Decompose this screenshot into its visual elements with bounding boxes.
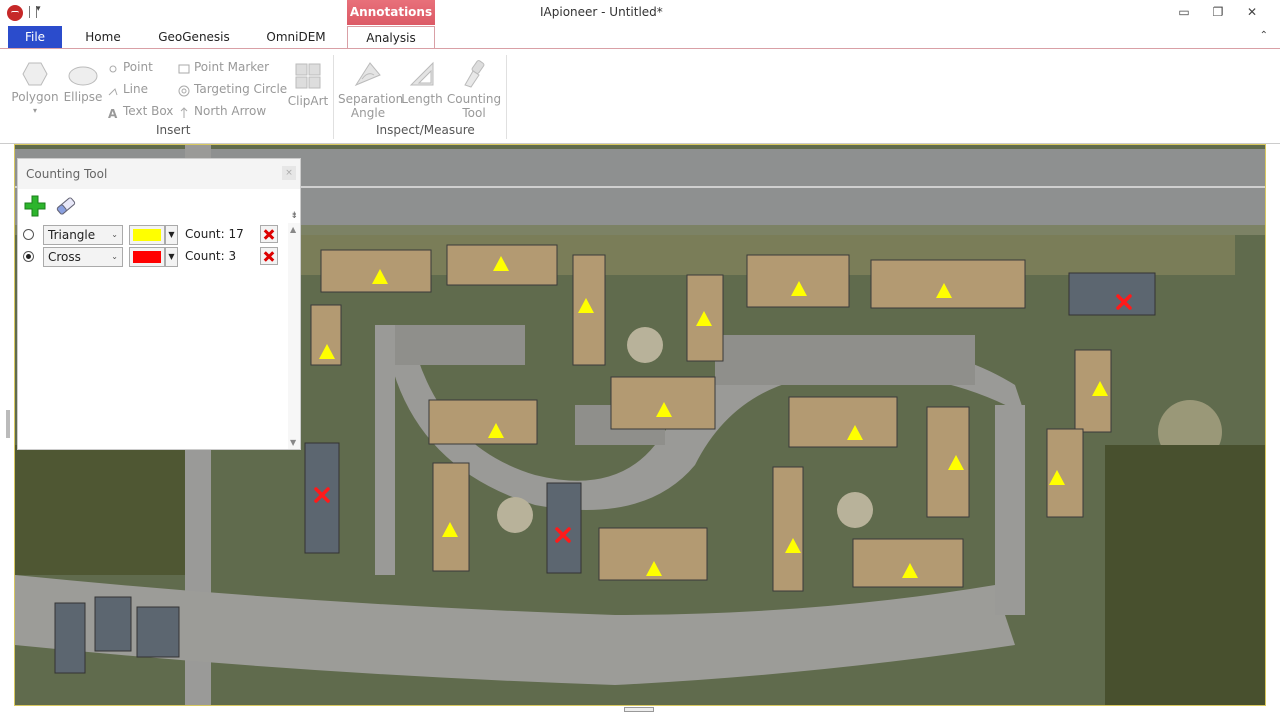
tab-omnidem[interactable]: OmniDEM bbox=[258, 26, 334, 48]
eraser-icon bbox=[56, 197, 76, 215]
insert-group-label: Insert bbox=[156, 123, 191, 137]
panel-menu-icon[interactable]: ⇟ bbox=[290, 211, 298, 221]
panel-header: Counting Tool × bbox=[18, 159, 300, 189]
ellipse-button[interactable]: Ellipse bbox=[62, 65, 104, 104]
ribbon-tabs: File Home GeoGenesis OmniDEM Analysis ⌃ bbox=[0, 26, 1280, 49]
window-title: IApioneer - Untitled* bbox=[540, 5, 663, 19]
marker-row: Triangle ⌄ ▼ Count: 17 bbox=[18, 225, 288, 247]
text-box-button[interactable]: A Text Box bbox=[107, 102, 174, 121]
color-dropdown-button[interactable]: ▼ bbox=[165, 247, 178, 267]
title-bar: ▾ IApioneer - Untitled* ▭ ❐ ✕ bbox=[0, 0, 1280, 26]
clipart-icon bbox=[295, 63, 321, 89]
delete-marker-button[interactable] bbox=[260, 247, 278, 265]
counting-tool-label-1: Counting bbox=[446, 92, 502, 106]
color-picker[interactable] bbox=[129, 225, 165, 245]
tab-home[interactable]: Home bbox=[78, 26, 128, 48]
panel-title: Counting Tool bbox=[26, 167, 108, 181]
counting-tool-panel: Counting Tool × ⇟ Triangle ⌄ ▼ Count: 17 … bbox=[17, 158, 301, 450]
plus-icon bbox=[24, 195, 46, 217]
close-button[interactable]: ✕ bbox=[1242, 4, 1262, 20]
separation-angle-label-1: Separation bbox=[338, 92, 404, 106]
ribbon: Polygon ▾ Ellipse Point Line A Text Box P… bbox=[0, 48, 1280, 144]
ellipse-icon bbox=[68, 66, 98, 86]
clear-markers-button[interactable] bbox=[54, 195, 78, 217]
shape-select[interactable]: Cross ⌄ bbox=[43, 247, 123, 267]
clipart-label: ClipArt bbox=[287, 94, 329, 108]
line-label: Line bbox=[123, 82, 149, 96]
shape-value: Triangle bbox=[48, 228, 96, 242]
polygon-dropdown-icon[interactable]: ▾ bbox=[10, 104, 60, 118]
tab-file[interactable]: File bbox=[8, 26, 62, 48]
protractor-icon bbox=[354, 62, 381, 87]
separation-angle-label-2: Angle bbox=[350, 106, 386, 120]
line-icon bbox=[107, 84, 119, 96]
chevron-down-icon: ⌄ bbox=[111, 230, 118, 239]
collapse-ribbon-icon[interactable]: ⌃ bbox=[1260, 30, 1268, 41]
counting-tool-button[interactable]: Counting Tool bbox=[446, 59, 502, 120]
ruler-triangle-icon bbox=[409, 61, 434, 86]
polygon-icon bbox=[22, 62, 48, 86]
point-marker-label: Point Marker bbox=[194, 60, 270, 74]
add-marker-type-button[interactable] bbox=[24, 195, 46, 217]
text-box-label: Text Box bbox=[123, 104, 174, 118]
svg-text:A: A bbox=[108, 107, 118, 119]
targeting-circle-button[interactable]: Targeting Circle bbox=[178, 80, 287, 98]
minimize-button[interactable]: ▭ bbox=[1174, 4, 1194, 20]
polygon-button[interactable]: Polygon ▾ bbox=[10, 61, 60, 118]
chevron-down-icon: ⌄ bbox=[111, 252, 118, 261]
maximize-button[interactable]: ❐ bbox=[1208, 4, 1228, 20]
shape-value: Cross bbox=[48, 250, 81, 264]
marker-count: Count: 17 bbox=[185, 227, 244, 241]
marker-row: Cross ⌄ ▼ Count: 3 bbox=[18, 247, 288, 269]
shape-select[interactable]: Triangle ⌄ bbox=[43, 225, 123, 245]
north-arrow-button[interactable]: North Arrow bbox=[178, 102, 266, 120]
quick-access-dropdown-icon[interactable]: ▾ bbox=[36, 4, 41, 14]
north-arrow-icon bbox=[178, 106, 190, 118]
marker-count: Count: 3 bbox=[185, 249, 237, 263]
marker-select-radio[interactable] bbox=[23, 229, 34, 240]
polygon-label: Polygon bbox=[11, 90, 59, 104]
group-separator bbox=[506, 55, 507, 139]
clipart-button[interactable]: ClipArt bbox=[286, 61, 330, 108]
group-separator bbox=[333, 55, 334, 139]
color-swatch bbox=[133, 251, 161, 263]
point-button[interactable]: Point bbox=[107, 58, 153, 76]
delete-marker-button[interactable] bbox=[260, 225, 278, 243]
contextual-group-label: Annotations bbox=[347, 0, 435, 25]
bottom-panel-grip[interactable] bbox=[624, 707, 654, 712]
panel-scrollbar[interactable]: ▲ ▼ bbox=[288, 223, 300, 449]
point-icon bbox=[107, 62, 119, 74]
color-dropdown-button[interactable]: ▼ bbox=[165, 225, 178, 245]
length-label: Length bbox=[401, 92, 443, 106]
north-arrow-label: North Arrow bbox=[194, 104, 267, 118]
counting-tool-label-2: Tool bbox=[462, 106, 486, 120]
text-box-icon: A bbox=[107, 106, 119, 121]
counting-tool-icon bbox=[464, 60, 485, 88]
panel-close-button[interactable]: × bbox=[282, 166, 296, 180]
scroll-down-icon[interactable]: ▼ bbox=[290, 438, 296, 447]
point-marker-icon bbox=[178, 62, 190, 74]
point-marker-button[interactable]: Point Marker bbox=[178, 58, 269, 76]
targeting-circle-icon bbox=[178, 84, 190, 96]
tab-geogenesis[interactable]: GeoGenesis bbox=[155, 26, 233, 48]
color-swatch bbox=[133, 229, 161, 241]
ellipse-label: Ellipse bbox=[63, 90, 103, 104]
separation-angle-button[interactable]: Separation Angle bbox=[338, 59, 404, 120]
targeting-circle-label: Targeting Circle bbox=[194, 82, 288, 96]
length-button[interactable]: Length bbox=[400, 59, 444, 106]
scroll-up-icon[interactable]: ▲ bbox=[290, 225, 296, 234]
tab-analysis[interactable]: Analysis bbox=[347, 26, 435, 49]
line-button[interactable]: Line bbox=[107, 80, 148, 98]
marker-select-radio[interactable] bbox=[23, 251, 34, 262]
inspect-measure-group-label: Inspect/Measure bbox=[376, 123, 475, 137]
point-label: Point bbox=[123, 60, 153, 74]
splitter-handle[interactable] bbox=[6, 410, 10, 438]
color-picker[interactable] bbox=[129, 247, 165, 267]
app-logo-icon[interactable] bbox=[7, 5, 23, 21]
